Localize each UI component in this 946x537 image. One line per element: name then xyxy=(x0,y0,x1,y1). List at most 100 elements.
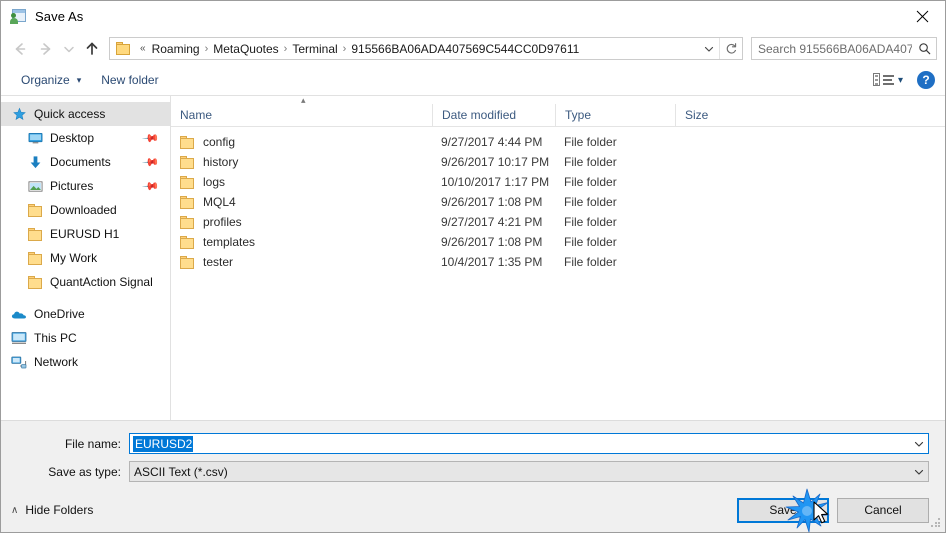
breadcrumb-item-terminal[interactable]: Terminal xyxy=(289,42,340,56)
folder-icon xyxy=(180,215,195,229)
column-header-name[interactable]: Name xyxy=(171,104,432,126)
sidebar-item-label: Quick access xyxy=(34,107,106,121)
resize-grip[interactable] xyxy=(931,518,942,529)
save-as-dialog: Save As « Roaming › MetaQuotes › Termina… xyxy=(0,0,946,533)
desktop-icon xyxy=(27,130,43,146)
save-as-type-label: Save as type: xyxy=(48,464,121,479)
folder-icon xyxy=(180,155,195,169)
refresh-button[interactable] xyxy=(719,38,742,59)
help-button[interactable]: ? xyxy=(917,71,935,89)
folder-icon xyxy=(27,226,43,242)
command-toolbar: Organize ▾ New folder ▾ ? xyxy=(1,65,945,96)
view-options-chevron-icon[interactable]: ▾ xyxy=(898,75,903,86)
save-as-type-value: ASCII Text (*.csv) xyxy=(134,464,228,479)
table-row[interactable]: history 9/26/2017 10:17 PM File folder xyxy=(171,152,945,172)
folder-icon xyxy=(27,202,43,218)
back-button[interactable] xyxy=(7,36,33,62)
hide-folders-button[interactable]: ∧ Hide Folders xyxy=(11,503,93,517)
cancel-button[interactable]: Cancel xyxy=(837,497,929,523)
breadcrumb-item-roaming[interactable]: Roaming xyxy=(149,42,203,56)
save-as-type-select[interactable]: ASCII Text (*.csv) xyxy=(129,461,929,482)
sidebar-item-pictures[interactable]: Pictures 📌 xyxy=(1,174,170,198)
pin-icon: 📌 xyxy=(141,129,160,148)
folder-icon xyxy=(180,235,195,249)
table-row[interactable]: logs 10/10/2017 1:17 PM File folder xyxy=(171,172,945,192)
window-title: Save As xyxy=(35,9,84,24)
file-name-cell: MQL4 xyxy=(171,192,432,212)
recent-locations-button[interactable] xyxy=(59,36,79,62)
file-type-cell: File folder xyxy=(564,215,617,229)
sidebar-item-quantaction-signal[interactable]: QuantAction Signal xyxy=(1,270,170,294)
breadcrumb-item-metaquotes[interactable]: MetaQuotes xyxy=(210,42,281,56)
sidebar-separator xyxy=(1,294,170,302)
organize-button[interactable]: Organize ▾ xyxy=(15,70,87,90)
organize-label: Organize xyxy=(21,73,70,87)
close-button[interactable] xyxy=(899,1,945,32)
sidebar-item-my-work[interactable]: My Work xyxy=(1,246,170,270)
folder-icon xyxy=(180,195,195,209)
forward-button[interactable] xyxy=(33,36,59,62)
column-header-size[interactable]: Size xyxy=(675,104,749,126)
sidebar-item-eurusd-h1[interactable]: EURUSD H1 xyxy=(1,222,170,246)
column-header-type[interactable]: Type xyxy=(555,104,675,126)
file-name-label: File name: xyxy=(64,436,121,451)
breadcrumb-separator[interactable]: › xyxy=(203,43,211,55)
table-row[interactable]: MQL4 9/26/2017 1:08 PM File folder xyxy=(171,192,945,212)
file-date-cell: 10/10/2017 1:17 PM xyxy=(441,175,550,189)
chevron-down-icon[interactable] xyxy=(909,462,928,481)
file-name-cell: config xyxy=(171,132,432,152)
table-row[interactable]: templates 9/26/2017 1:08 PM File folder xyxy=(171,232,945,252)
sidebar-item-network[interactable]: Network xyxy=(1,350,170,374)
chevron-down-icon xyxy=(704,46,714,52)
address-bar[interactable]: « Roaming › MetaQuotes › Terminal › 9155… xyxy=(109,37,743,60)
save-form: File name: EURUSD2 Save as type: ASCII T… xyxy=(1,420,945,488)
sidebar-item-documents[interactable]: Documents 📌 xyxy=(1,150,170,174)
table-row[interactable]: profiles 9/27/2017 4:21 PM File folder xyxy=(171,212,945,232)
documents-download-icon xyxy=(27,154,43,170)
file-type-cell: File folder xyxy=(564,175,617,189)
sidebar-item-onedrive[interactable]: OneDrive xyxy=(1,302,170,326)
breadcrumb-separator[interactable]: › xyxy=(341,43,349,55)
file-type-cell: File folder xyxy=(564,135,617,149)
sidebar-item-label: OneDrive xyxy=(34,307,85,321)
breadcrumb: « Roaming › MetaQuotes › Terminal › 9155… xyxy=(137,42,699,56)
file-date-cell: 9/26/2017 1:08 PM xyxy=(441,195,543,209)
sidebar-item-quick-access[interactable]: Quick access xyxy=(1,102,170,126)
file-date-cell: 9/26/2017 10:17 PM xyxy=(441,155,550,169)
breadcrumb-separator[interactable]: › xyxy=(282,43,290,55)
up-button[interactable] xyxy=(79,36,105,62)
file-name-cell: templates xyxy=(171,232,432,252)
folder-icon xyxy=(180,255,195,269)
file-size-cell xyxy=(675,132,749,152)
sidebar-item-downloaded[interactable]: Downloaded xyxy=(1,198,170,222)
breadcrumb-item-guid[interactable]: 915566BA06ADA407569C544CC0D97611 xyxy=(348,42,582,56)
table-row[interactable]: tester 10/4/2017 1:35 PM File folder xyxy=(171,252,945,272)
table-row[interactable]: config 9/27/2017 4:44 PM File folder xyxy=(171,132,945,152)
search-box[interactable]: Search 915566BA06ADA40756... xyxy=(751,37,937,60)
view-layout-icon[interactable] xyxy=(872,72,895,88)
column-header-date-modified[interactable]: Date modified xyxy=(432,104,555,126)
network-icon xyxy=(11,354,27,370)
sidebar-item-label: My Work xyxy=(50,251,98,265)
dialog-footer: ∧ Hide Folders Save Cancel xyxy=(1,488,945,532)
chevron-down-icon[interactable] xyxy=(909,434,928,453)
file-name-input[interactable]: EURUSD2 xyxy=(129,433,929,454)
refresh-icon xyxy=(726,43,736,54)
sidebar-item-desktop[interactable]: Desktop 📌 xyxy=(1,126,170,150)
file-name-cell: history xyxy=(171,152,432,172)
this-pc-icon xyxy=(11,330,27,346)
save-button[interactable]: Save xyxy=(737,497,829,523)
sidebar-item-this-pc[interactable]: This PC xyxy=(1,326,170,350)
new-folder-button[interactable]: New folder xyxy=(95,70,164,90)
breadcrumb-overflow[interactable]: « xyxy=(137,43,149,54)
new-folder-label: New folder xyxy=(101,73,159,87)
sidebar-item-label: Desktop xyxy=(50,131,95,145)
search-input[interactable]: Search 915566BA06ADA40756... xyxy=(752,42,912,56)
file-name-label: history xyxy=(203,155,239,169)
file-name-label: templates xyxy=(203,235,256,249)
save-as-type-row: Save as type: ASCII Text (*.csv) xyxy=(17,461,929,482)
file-type-cell: File folder xyxy=(564,235,617,249)
address-dropdown-button[interactable] xyxy=(699,38,719,59)
search-icon xyxy=(912,42,936,55)
sidebar-item-label: Downloaded xyxy=(50,203,117,217)
